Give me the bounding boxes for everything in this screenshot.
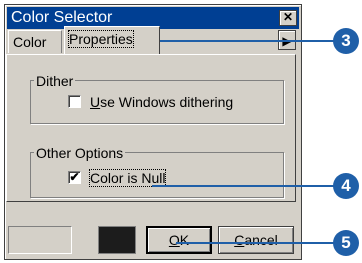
window-title: Color Selector [11, 9, 113, 26]
ok-text: K [179, 232, 190, 248]
tab-color-label: Color [13, 34, 47, 50]
close-icon[interactable]: ✕ [279, 10, 297, 26]
selected-color-swatch [98, 226, 136, 254]
tab-color[interactable]: Color [8, 30, 62, 53]
callout-3-badge: 3 [333, 28, 359, 54]
other-options-group-label: Other Options [34, 145, 126, 161]
ok-button[interactable]: OK [146, 226, 212, 254]
color-is-null-checkbox[interactable]: ✔ [68, 171, 81, 184]
use-windows-dithering-label[interactable]: Use Windows dithering [90, 94, 233, 110]
use-windows-dithering-accel: U [90, 94, 101, 110]
callout-4-badge: 4 [333, 173, 359, 199]
cancel-text: ancel [244, 232, 278, 248]
use-windows-dithering-text: se Windows dithering [100, 94, 234, 110]
tab-properties-label: Properties [68, 30, 134, 48]
previous-color-swatch [8, 226, 72, 254]
cancel-accel: C [234, 232, 245, 248]
tab-properties[interactable]: Properties [64, 26, 160, 54]
use-windows-dithering-checkbox[interactable] [68, 95, 81, 108]
cancel-button[interactable]: Cancel [218, 226, 294, 254]
callout-4-line [152, 185, 334, 187]
callout-5-badge: 5 [333, 230, 359, 256]
callout-5-line [176, 242, 334, 244]
callout-3-line [158, 40, 334, 42]
color-is-null-label[interactable]: Color is Null [88, 169, 167, 187]
ok-accel: O [168, 232, 180, 248]
dither-group-label: Dither [34, 73, 76, 89]
color-is-null-text: Color is Null [88, 169, 167, 187]
